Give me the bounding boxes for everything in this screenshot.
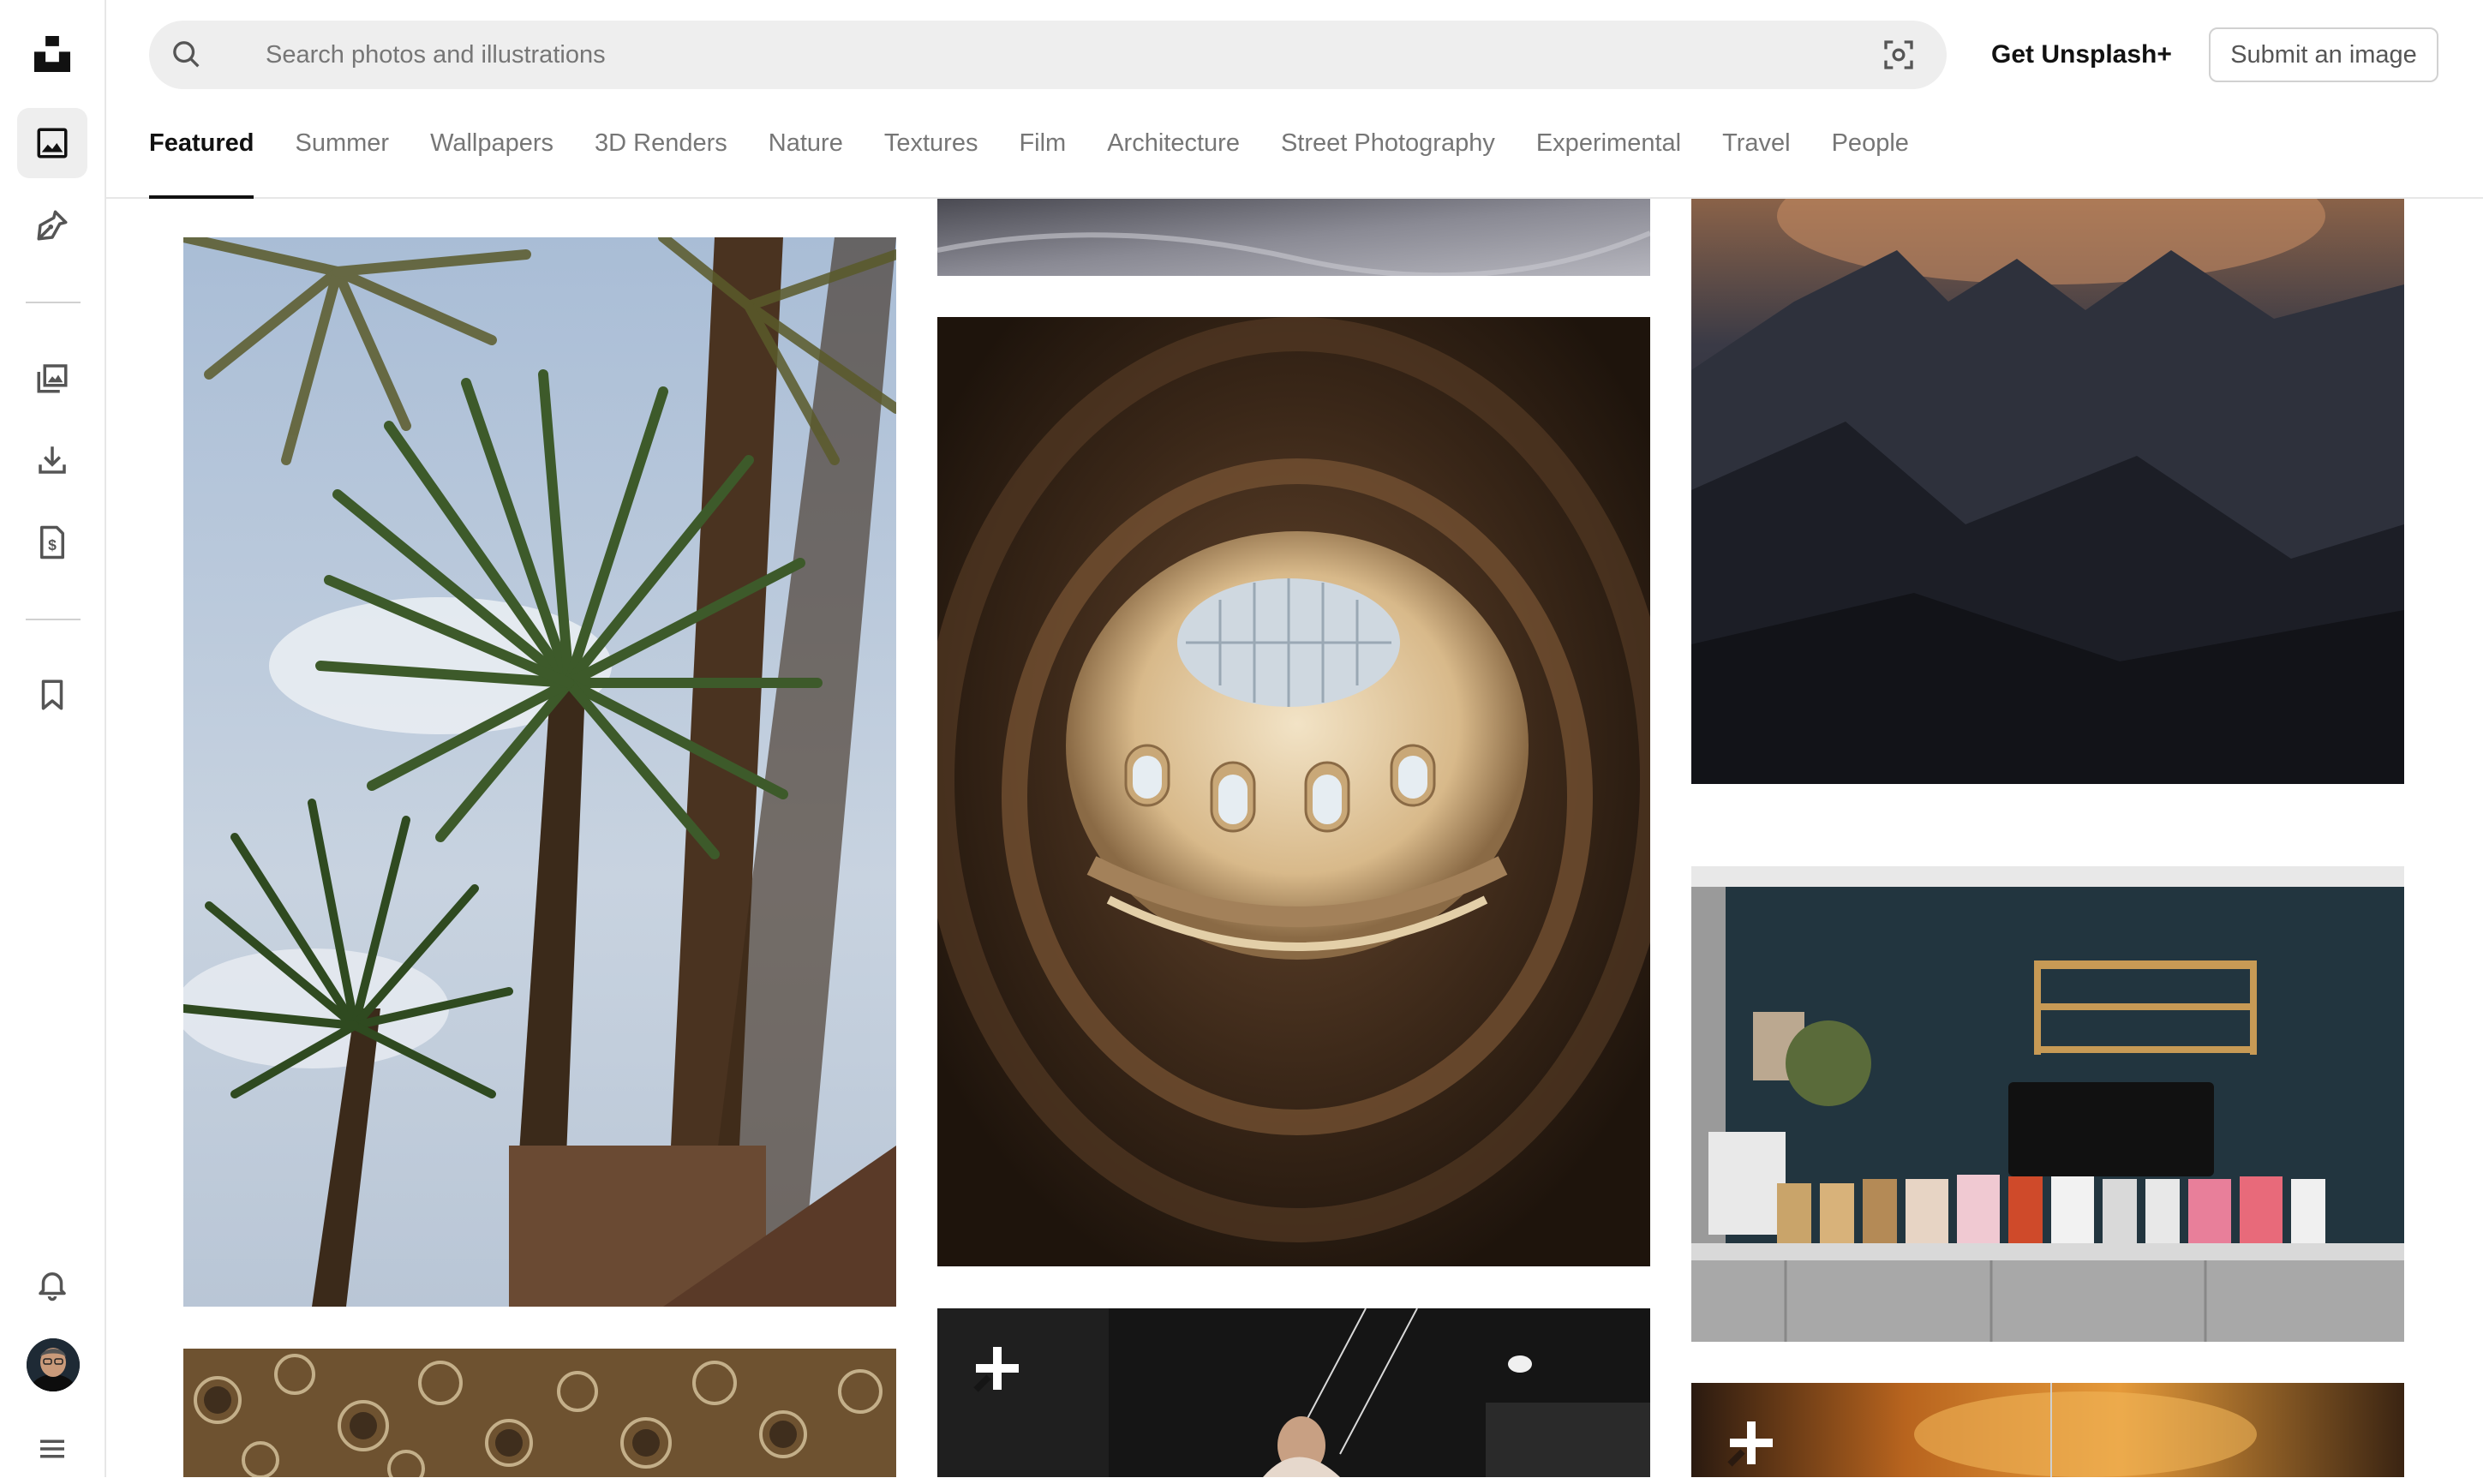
- photo-card[interactable]: [1691, 199, 2404, 784]
- photo-card[interactable]: [1691, 866, 2404, 1342]
- tab-travel[interactable]: Travel: [1722, 122, 1791, 199]
- search-input[interactable]: [266, 21, 1808, 89]
- sidebar-divider: [26, 302, 81, 303]
- top-header: Get Unsplash+ Submit an image Featured S…: [106, 0, 2483, 199]
- svg-text:$: $: [48, 536, 57, 554]
- illustrations-pen-icon[interactable]: [17, 190, 87, 260]
- photo-card[interactable]: [937, 199, 1650, 276]
- tab-nature[interactable]: Nature: [769, 122, 843, 199]
- tab-architecture[interactable]: Architecture: [1107, 122, 1240, 199]
- photo-card[interactable]: [937, 317, 1650, 1266]
- photos-icon[interactable]: [17, 108, 87, 178]
- collections-icon[interactable]: [17, 343, 87, 413]
- menu-icon[interactable]: [17, 1414, 87, 1484]
- unsplash-plus-icon: [1727, 1421, 1773, 1467]
- tab-film[interactable]: Film: [1019, 122, 1066, 199]
- bookmark-icon[interactable]: [17, 660, 87, 730]
- tab-summer[interactable]: Summer: [295, 122, 389, 199]
- tab-wallpapers[interactable]: Wallpapers: [430, 122, 553, 199]
- photo-card[interactable]: [1691, 1383, 2404, 1477]
- download-icon[interactable]: [17, 425, 87, 495]
- photo-card[interactable]: [183, 1349, 896, 1477]
- tab-textures[interactable]: Textures: [884, 122, 978, 199]
- tab-3d-renders[interactable]: 3D Renders: [595, 122, 727, 199]
- tab-street-photography[interactable]: Street Photography: [1281, 122, 1495, 199]
- search-icon[interactable]: [170, 38, 204, 72]
- sidebar: $: [0, 0, 106, 1477]
- tab-experimental[interactable]: Experimental: [1536, 122, 1681, 199]
- topic-tabs: Featured Summer Wallpapers 3D Renders Na…: [149, 122, 1950, 199]
- tab-people[interactable]: People: [1832, 122, 1909, 199]
- bell-icon[interactable]: [17, 1249, 87, 1319]
- photo-card[interactable]: [937, 1308, 1650, 1477]
- search-bar: [149, 21, 1947, 89]
- visual-search-icon[interactable]: [1882, 38, 1916, 72]
- tab-featured[interactable]: Featured: [149, 122, 254, 199]
- unsplash-logo-icon[interactable]: [17, 19, 87, 89]
- user-avatar[interactable]: [27, 1338, 80, 1391]
- photo-card[interactable]: [183, 237, 896, 1307]
- unsplash-plus-icon: [973, 1347, 1019, 1392]
- get-unsplash-plus-link[interactable]: Get Unsplash+: [1991, 34, 2172, 75]
- license-document-icon[interactable]: $: [17, 507, 87, 577]
- submit-image-button[interactable]: Submit an image: [2209, 27, 2438, 82]
- sidebar-divider: [26, 619, 81, 620]
